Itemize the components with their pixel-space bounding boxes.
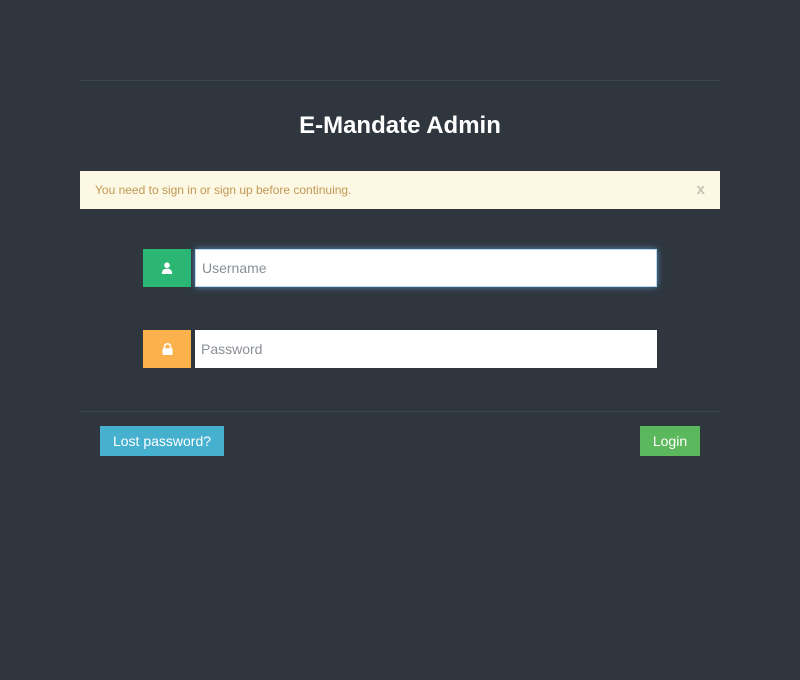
username-addon [143, 249, 191, 287]
page-title: E-Mandate Admin [299, 112, 501, 139]
user-icon [161, 262, 173, 274]
username-row [143, 249, 657, 287]
alert-close-button[interactable]: x [697, 171, 705, 209]
bottom-divider [80, 411, 720, 412]
alert-message: You need to sign in or sign up before co… [95, 183, 352, 197]
password-input[interactable] [195, 330, 657, 368]
login-button[interactable]: Login [640, 426, 700, 456]
top-divider [80, 80, 720, 81]
username-input[interactable] [195, 249, 657, 287]
lost-password-button[interactable]: Lost password? [100, 426, 224, 456]
password-addon [143, 330, 191, 368]
alert-banner: You need to sign in or sign up before co… [80, 171, 720, 209]
login-page: E-Mandate Admin You need to sign in or s… [0, 0, 800, 680]
lock-icon [162, 343, 172, 355]
password-row [143, 330, 657, 368]
